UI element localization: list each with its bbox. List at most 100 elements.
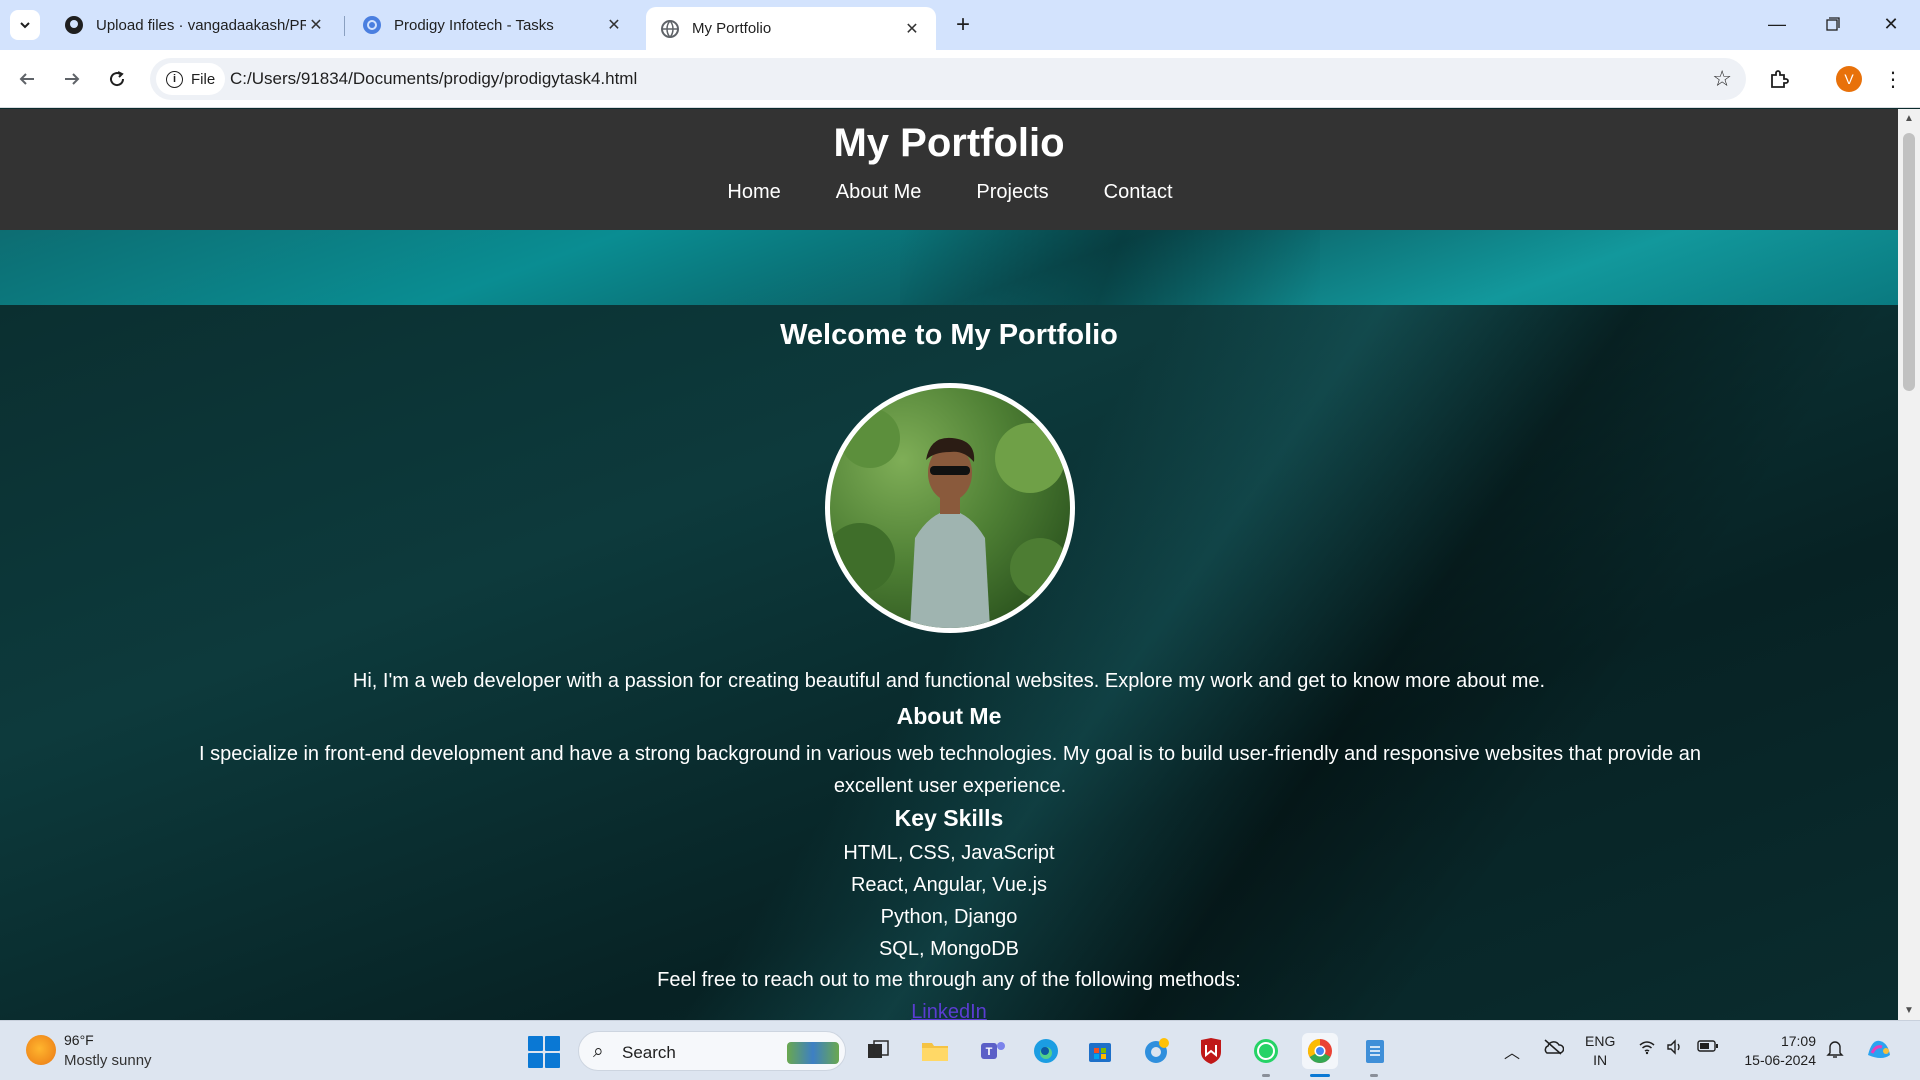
reload-icon: [110, 71, 125, 87]
tab-separator: [344, 16, 345, 36]
page-scrollbar[interactable]: ▲ ▼: [1898, 109, 1920, 1020]
whatsapp-icon[interactable]: [1248, 1033, 1284, 1069]
chrome-icon[interactable]: [1302, 1033, 1338, 1069]
search-label: Search: [622, 1043, 676, 1062]
system-clock[interactable]: 17:09 15-06-2024: [1734, 1032, 1816, 1070]
person-illustration: [830, 408, 1070, 628]
nav-link-about[interactable]: About Me: [836, 181, 922, 204]
skill-item: SQL, MongoDB: [878, 938, 1020, 960]
tab-github-upload[interactable]: Upload files · vangadaakash/PR ✕: [50, 7, 340, 43]
running-app-indicator: [1262, 1074, 1270, 1077]
back-button[interactable]: [10, 62, 44, 96]
tab-title: Upload files · vangadaakash/PR: [96, 16, 306, 34]
address-bar[interactable]: i File C:/Users/91834/Documents/prodigy/…: [150, 58, 1746, 100]
browser-tab-bar: Upload files · vangadaakash/PR ✕ Prodigy…: [0, 0, 1920, 50]
hero-banner: [0, 230, 1898, 305]
active-app-indicator: [1310, 1074, 1330, 1077]
weather-sun-icon[interactable]: [26, 1035, 56, 1065]
tab-search-button[interactable]: [10, 10, 40, 40]
mcafee-icon[interactable]: [1193, 1033, 1229, 1069]
profile-photo: [825, 383, 1075, 633]
skill-item: HTML, CSS, JavaScript: [843, 842, 1055, 864]
start-button[interactable]: [528, 1036, 560, 1068]
microsoft-store-icon[interactable]: [1082, 1033, 1118, 1069]
nav-link-contact[interactable]: Contact: [1104, 181, 1173, 204]
search-highlight-icon: [787, 1042, 839, 1064]
windows-logo-tile: [545, 1053, 560, 1068]
restore-button[interactable]: [1810, 6, 1856, 42]
site-nav: Home About Me Projects Contact: [0, 181, 1898, 204]
browser-menu-button[interactable]: ⋮: [1878, 62, 1908, 96]
minimize-button[interactable]: —: [1754, 6, 1800, 42]
site-header: My Portfolio Home About Me Projects Cont…: [0, 109, 1898, 230]
region-code: IN: [1593, 1052, 1608, 1068]
forward-button[interactable]: [55, 62, 89, 96]
task-view-icon[interactable]: [860, 1033, 896, 1069]
volume-icon[interactable]: [1666, 1039, 1684, 1060]
taskbar-search[interactable]: ⌕ Search: [578, 1031, 846, 1071]
skills-heading: Key Skills: [894, 805, 1004, 831]
edge-icon[interactable]: [1028, 1033, 1064, 1069]
skill-item: React, Angular, Vue.js: [850, 874, 1048, 896]
language-indicator[interactable]: ENG IN: [1585, 1032, 1615, 1070]
arrow-right-icon: [65, 73, 80, 85]
onedrive-offline-icon[interactable]: [1542, 1039, 1565, 1060]
clock-date: 15-06-2024: [1744, 1052, 1816, 1068]
close-tab-icon[interactable]: ✕: [902, 19, 922, 39]
close-tab-icon[interactable]: ✕: [306, 15, 326, 35]
close-window-button[interactable]: ✕: [1868, 6, 1914, 42]
url-text[interactable]: C:/Users/91834/Documents/prodigy/prodigy…: [230, 58, 637, 100]
close-tab-icon[interactable]: ✕: [604, 15, 624, 35]
svg-text:T: T: [986, 1046, 993, 1058]
chevron-down-icon: [20, 22, 30, 29]
file-explorer-icon[interactable]: [917, 1033, 953, 1069]
site-title: My Portfolio: [833, 121, 1065, 165]
extensions-button[interactable]: [1762, 62, 1796, 96]
skill-item: Python, Django: [880, 906, 1018, 928]
battery-icon[interactable]: [1697, 1039, 1719, 1058]
clock-time: 17:09: [1780, 1033, 1816, 1049]
ie-edge-legacy-icon[interactable]: [1138, 1033, 1174, 1069]
tab-title: Prodigy Infotech - Tasks: [394, 16, 554, 34]
profile-avatar[interactable]: V: [1836, 66, 1862, 92]
contact-intro-text: Feel free to reach out to me through any…: [657, 969, 1241, 991]
copilot-icon[interactable]: [1864, 1035, 1894, 1068]
windows-logo-tile: [528, 1036, 543, 1051]
tab-my-portfolio[interactable]: My Portfolio ✕: [646, 7, 936, 50]
show-hidden-icons-chevron-icon[interactable]: ︿: [1504, 1039, 1520, 1063]
language-code: ENG: [1585, 1033, 1616, 1049]
windows-taskbar: 96°F Mostly sunny ⌕ Search T ︿ ENG IN 17…: [0, 1020, 1920, 1080]
running-app-indicator: [1370, 1074, 1378, 1077]
github-icon: [64, 15, 84, 35]
nav-link-home[interactable]: Home: [727, 181, 780, 204]
reload-button[interactable]: [100, 62, 134, 96]
scroll-up-arrow-icon[interactable]: ▲: [1904, 113, 1914, 124]
restore-icon: [1826, 17, 1840, 31]
teams-icon[interactable]: T: [975, 1033, 1011, 1069]
info-icon: i: [166, 70, 183, 88]
site-info-chip[interactable]: i File: [156, 63, 226, 95]
globe-blue-icon: [362, 15, 382, 35]
nav-link-projects[interactable]: Projects: [976, 181, 1048, 204]
globe-icon: [660, 19, 680, 39]
browser-toolbar: i File C:/Users/91834/Documents/prodigy/…: [0, 50, 1920, 108]
windows-logo-tile: [528, 1053, 543, 1068]
new-tab-button[interactable]: +: [948, 10, 978, 40]
linkedin-link[interactable]: LinkedIn: [0, 1001, 1898, 1020]
search-icon: ⌕: [593, 1041, 604, 1062]
arrow-left-icon: [19, 73, 34, 85]
notepad-icon[interactable]: [1357, 1033, 1393, 1069]
intro-text: Hi, I'm a web developer with a passion f…: [352, 670, 1546, 692]
about-text: I specialize in front-end development an…: [199, 743, 1701, 797]
weather-temperature[interactable]: 96°F: [64, 1032, 94, 1048]
scroll-thumb[interactable]: [1903, 133, 1915, 391]
skills-list: HTML, CSS, JavaScript React, Angular, Vu…: [0, 841, 1898, 969]
site-chip-label: File: [191, 70, 216, 88]
wifi-icon[interactable]: [1638, 1039, 1656, 1060]
bookmark-star-icon[interactable]: ☆: [1712, 66, 1732, 92]
scroll-down-arrow-icon[interactable]: ▼: [1904, 1005, 1914, 1016]
notification-bell-icon[interactable]: [1826, 1039, 1844, 1064]
weather-description[interactable]: Mostly sunny: [64, 1052, 152, 1069]
tab-prodigy-tasks[interactable]: Prodigy Infotech - Tasks ✕: [348, 7, 638, 43]
welcome-heading: Welcome to My Portfolio: [780, 319, 1118, 351]
